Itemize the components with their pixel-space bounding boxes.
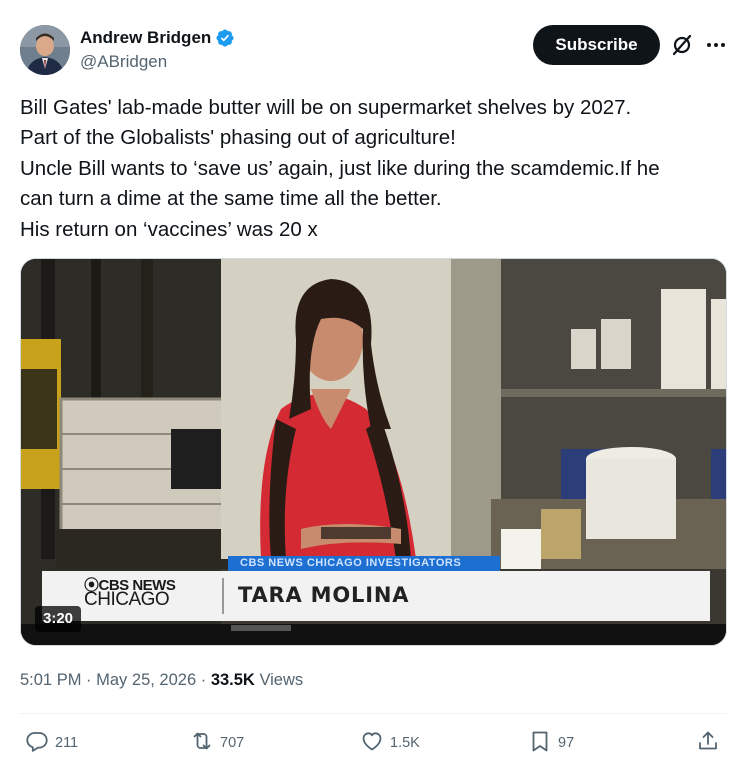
author-name-text[interactable]: Andrew Bridgen [80, 27, 211, 49]
reply-count: 211 [55, 735, 79, 751]
repost-icon [190, 729, 214, 757]
tweet-line: Bill Gates' lab-made butter will be on s… [20, 96, 632, 119]
reply-icon [25, 729, 49, 757]
author-avatar[interactable] [20, 25, 70, 75]
bookmark-icon [528, 729, 552, 757]
meta-separator: · [200, 671, 207, 689]
tweet-line: can turn a dime at the same time all the… [20, 187, 442, 211]
bookmark-count: 97 [558, 735, 575, 751]
share-button[interactable] [696, 728, 720, 758]
chyron-divider [222, 578, 224, 614]
bookmark-button[interactable]: 97 [528, 728, 574, 758]
tweet-text: Bill Gates' lab-made butter will be on s… [20, 93, 720, 245]
tweet-line: Part of the Globalists' phasing out of a… [20, 126, 456, 150]
repost-count: 707 [220, 735, 245, 751]
author-handle[interactable]: @ABridgen [80, 51, 235, 73]
avatar-image [20, 25, 70, 75]
author-info: Andrew Bridgen @ABridgen [80, 27, 235, 73]
views-label: Views [259, 671, 304, 689]
chyron-logo-bottom: CHICAGO [84, 589, 170, 610]
verified-badge-icon[interactable] [215, 28, 235, 48]
tweet-meta: 5:01 PM · May 25, 2026 · 33.5K Views [20, 669, 303, 691]
share-icon [696, 729, 720, 757]
subscribe-button[interactable]: Subscribe [533, 25, 660, 65]
chyron-name: TARA MOLINA [238, 583, 410, 607]
like-count: 1.5K [390, 735, 420, 751]
tweet-line: His return on ‘vaccines’ was 20 x [20, 217, 318, 241]
author-display-name[interactable]: Andrew Bridgen [80, 27, 235, 49]
repost-button[interactable]: 707 [190, 728, 244, 758]
tweet-line: Uncle Bill wants to ‘save us’ again, jus… [20, 156, 660, 180]
action-bar: 211 707 1.5K 97 [20, 728, 727, 758]
grok-icon[interactable] [670, 33, 694, 57]
reply-button[interactable]: 211 [25, 728, 78, 758]
tweet-time[interactable]: 5:01 PM [20, 671, 81, 689]
like-button[interactable]: 1.5K [360, 728, 420, 758]
divider [20, 713, 727, 714]
meta-separator: · [86, 671, 92, 689]
more-options-icon[interactable] [704, 33, 728, 57]
views-count: 33.5K [210, 671, 255, 689]
chyron-tag: CBS NEWS CHICAGO INVESTIGATORS [228, 556, 500, 571]
heart-icon [360, 729, 384, 757]
video-duration-badge: 3:20 [35, 606, 82, 632]
tweet-date[interactable]: May 25, 2026 [96, 671, 196, 689]
